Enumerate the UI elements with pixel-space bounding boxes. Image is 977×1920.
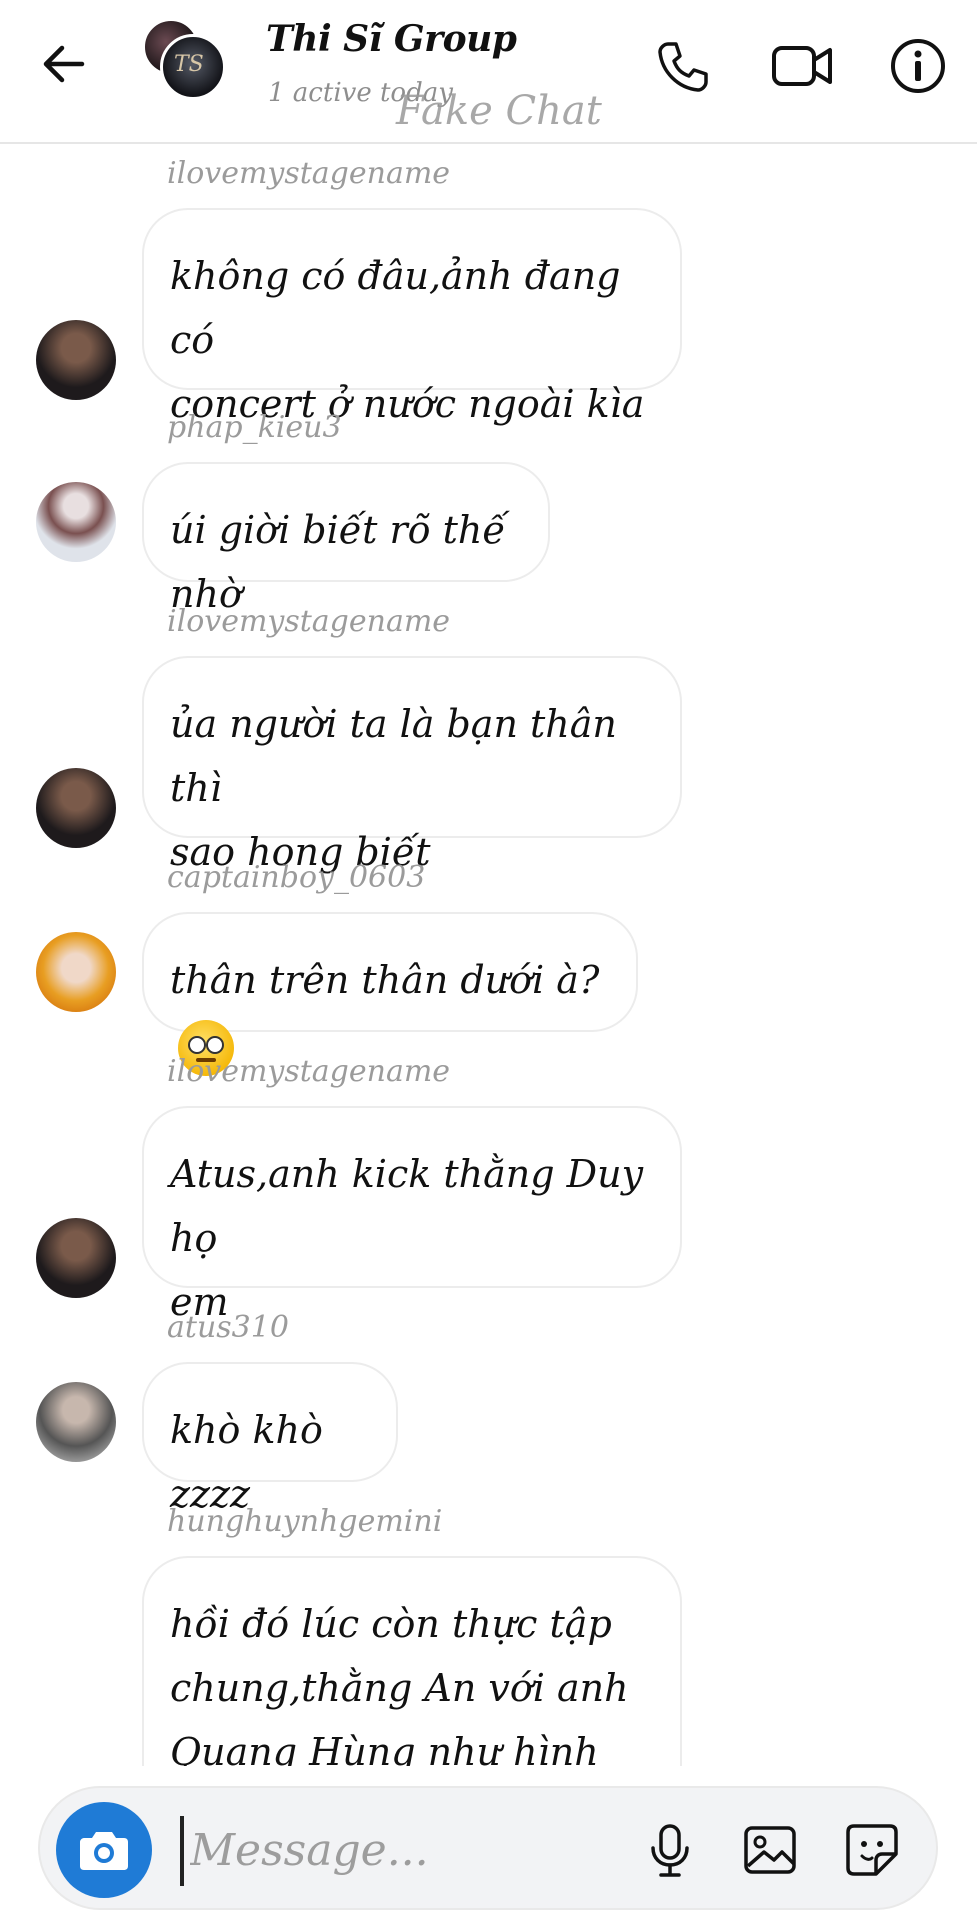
- message-line: Quang Hùng như hình với: [170, 1730, 599, 1766]
- video-call-button[interactable]: [770, 36, 832, 96]
- message-line: không có đâu,ảnh đang có: [170, 254, 621, 362]
- message-line: hồi đó lúc còn thực tập: [170, 1602, 612, 1646]
- message-line: Atus,anh kick thằng Duy họ: [170, 1152, 644, 1260]
- phone-icon: [658, 42, 708, 92]
- chat-header: TS Thi Sĩ Group 1 active today Fake Chat: [0, 0, 977, 144]
- watermark: Fake Chat: [396, 88, 602, 134]
- sticker-icon: [846, 1824, 898, 1876]
- back-button[interactable]: [36, 36, 92, 92]
- info-button[interactable]: [888, 36, 948, 96]
- sender-name: hunghuynhgemini: [167, 1504, 443, 1539]
- gallery-icon: [744, 1826, 796, 1874]
- avatar[interactable]: [36, 932, 116, 1012]
- text-caret: [180, 1816, 184, 1886]
- sender-name: ilovemystagename: [167, 1054, 451, 1089]
- message-line: chung,thằng An với anh: [170, 1666, 629, 1710]
- message-list[interactable]: ilovemystagename không có đâu,ảnh đang c…: [0, 146, 977, 1766]
- video-camera-icon: [772, 46, 832, 86]
- message-bubble[interactable]: úi giời biết rõ thế nhờ: [142, 462, 550, 616]
- gallery-button[interactable]: [740, 1820, 800, 1880]
- sender-name: atus310: [167, 1310, 289, 1345]
- sender-name: captainboy_0603: [167, 860, 426, 895]
- message-line: ủa người ta là bạn thân thì: [170, 702, 617, 810]
- message-bubble[interactable]: hồi đó lúc còn thực tập chung,thằng An v…: [142, 1556, 682, 1766]
- sender-name: ilovemystagename: [167, 156, 451, 191]
- camera-icon: [80, 1832, 128, 1870]
- sticker-button[interactable]: [842, 1820, 902, 1880]
- group-avatar[interactable]: TS: [142, 18, 226, 102]
- message-composer: [38, 1786, 938, 1910]
- message-input[interactable]: [190, 1814, 610, 1886]
- camera-button[interactable]: [56, 1802, 152, 1898]
- sender-name: ilovemystagename: [167, 604, 451, 639]
- voice-call-button[interactable]: [652, 36, 712, 96]
- arrow-left-icon: [43, 45, 85, 83]
- chat-title[interactable]: Thi Sĩ Group: [266, 18, 517, 60]
- message-bubble[interactable]: khò khò zzzz: [142, 1362, 398, 1516]
- sender-name: phap_kieu3: [167, 410, 342, 445]
- avatar[interactable]: [36, 1382, 116, 1462]
- message-bubble[interactable]: không có đâu,ảnh đang có concert ở nước …: [142, 208, 682, 426]
- message-bubble[interactable]: thân trên thân dưới à?: [142, 912, 638, 1076]
- group-logo-text: TS: [174, 52, 204, 77]
- microphone-icon: [651, 1824, 689, 1877]
- message-bubble[interactable]: ủa người ta là bạn thân thì sao hong biế…: [142, 656, 682, 874]
- message-line: thân trên thân dưới à?: [170, 958, 600, 1002]
- info-icon: [891, 39, 945, 93]
- voice-message-button[interactable]: [640, 1820, 700, 1880]
- avatar[interactable]: [36, 768, 116, 848]
- avatar[interactable]: [36, 320, 116, 400]
- avatar[interactable]: [36, 482, 116, 562]
- avatar[interactable]: [36, 1218, 116, 1298]
- message-bubble[interactable]: Atus,anh kick thằng Duy họ em: [142, 1106, 682, 1324]
